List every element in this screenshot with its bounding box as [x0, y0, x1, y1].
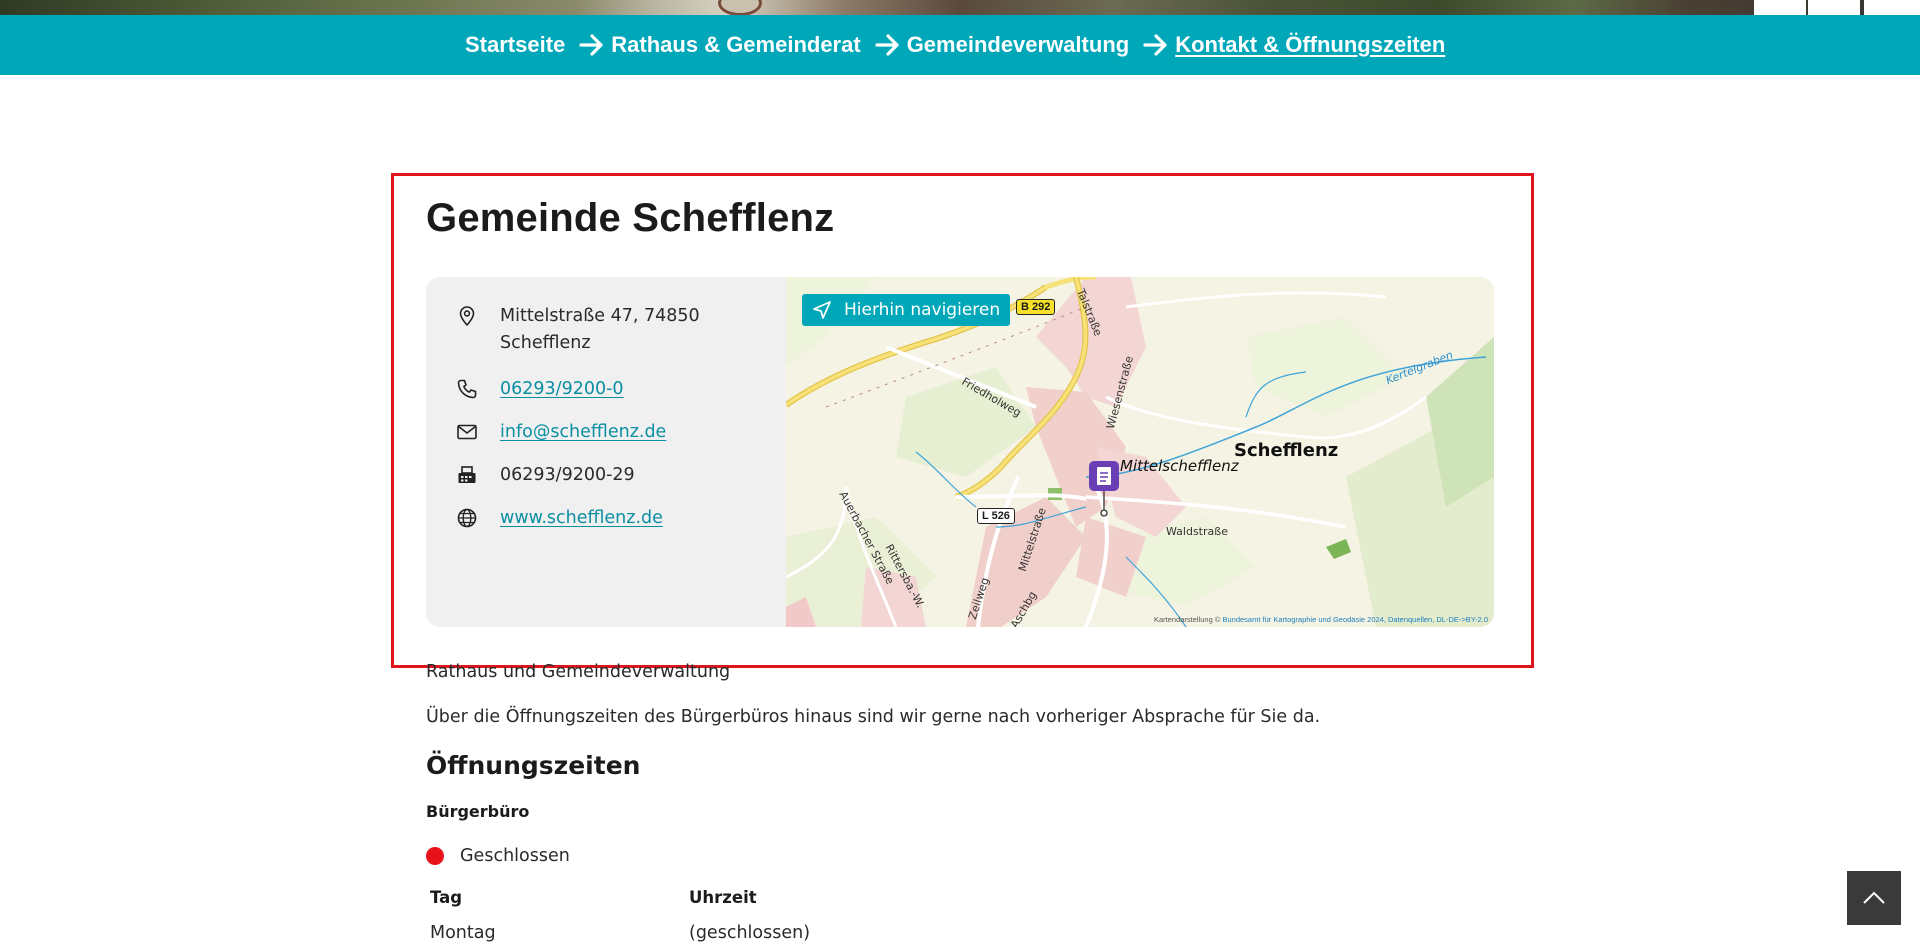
contact-card: Mittelstraße 47, 74850 Schefflenz 06293/9… — [426, 277, 1494, 627]
chevron-up-icon — [1863, 891, 1885, 904]
arrow-right-icon — [1143, 34, 1169, 56]
office-heading: Bürgerbüro — [426, 802, 530, 821]
email-row: info@schefflenz.de — [456, 419, 666, 446]
breadcrumb-item-rathaus[interactable]: Rathaus & Gemeinderat — [611, 32, 860, 58]
globe-icon — [456, 507, 478, 529]
email-link[interactable]: info@schefflenz.de — [500, 419, 666, 446]
breadcrumb: Startseite Rathaus & Gemeinderat Gemeind… — [465, 15, 1445, 75]
fax-row: 06293/9200-29 — [456, 462, 635, 489]
map-credit-link[interactable]: Bundesamt für Kartographie und Geodäsie … — [1222, 615, 1488, 624]
fax-text: 06293/9200-29 — [500, 465, 635, 485]
address-line-1: Mittelstraße 47, 74850 — [500, 306, 700, 326]
hero-tile — [1864, 0, 1920, 15]
address-line-2: Schefflenz — [500, 333, 591, 353]
navigate-here-label: Hierhin navigieren — [844, 300, 1001, 320]
phone-icon — [456, 378, 478, 400]
fax-icon — [456, 464, 478, 486]
arrow-right-icon — [875, 34, 901, 56]
website-row: www.schefflenz.de — [456, 505, 663, 532]
contact-details: Mittelstraße 47, 74850 Schefflenz 06293/9… — [426, 277, 786, 627]
intro-text: Über die Öffnungszeiten des Bürgerbüros … — [426, 707, 1321, 727]
map-place-label: Schefflenz — [1234, 440, 1339, 461]
address-text: Mittelstraße 47, 74850 Schefflenz — [500, 303, 700, 357]
map-credit-prefix: Kartendarstellung © — [1153, 615, 1221, 624]
table-cell-time: (geschlossen) — [689, 923, 811, 943]
breadcrumb-item-current[interactable]: Kontakt & Öffnungszeiten — [1175, 32, 1445, 58]
status-dot-icon — [426, 847, 444, 865]
page-title: Gemeinde Schefflenz — [426, 196, 835, 240]
hero-church-window — [718, 0, 762, 15]
breadcrumb-bar: Startseite Rathaus & Gemeinderat Gemeind… — [0, 15, 1920, 75]
hero-tile — [1754, 0, 1806, 15]
table-cell-day: Montag — [430, 923, 496, 943]
address-row: Mittelstraße 47, 74850 Schefflenz — [456, 303, 700, 357]
office-subtitle: Rathaus und Gemeindeverwaltung — [426, 662, 731, 682]
scroll-to-top-button[interactable] — [1847, 871, 1901, 925]
status-indicator: Geschlossen — [426, 846, 570, 866]
map-credit: Kartendarstellung © Bundesamt für Kartog… — [1154, 615, 1488, 624]
hero-image-strip — [0, 0, 1920, 15]
phone-row: 06293/9200-0 — [456, 376, 624, 403]
table-header-day: Tag — [430, 888, 463, 907]
website-link[interactable]: www.schefflenz.de — [500, 505, 663, 532]
navigate-here-button[interactable]: Hierhin navigieren — [802, 294, 1011, 326]
table-header-time: Uhrzeit — [689, 888, 757, 907]
status-label: Geschlossen — [460, 846, 570, 866]
breadcrumb-item-home[interactable]: Startseite — [465, 32, 565, 58]
breadcrumb-item-verwaltung[interactable]: Gemeindeverwaltung — [907, 32, 1130, 58]
mail-icon — [456, 421, 478, 443]
phone-link[interactable]: 06293/9200-0 — [500, 376, 624, 403]
arrow-right-icon — [579, 34, 605, 56]
map-label-waldstrasse: Waldstraße — [1166, 525, 1228, 538]
map-marker-label: Mittelschefflenz — [1120, 457, 1239, 475]
road-shield-l526: L 526 — [977, 508, 1015, 524]
location-pin-icon — [456, 305, 478, 327]
road-shield-b292: B 292 — [1016, 299, 1056, 315]
hero-tile — [1808, 0, 1860, 15]
location-map[interactable]: Hierhin navigieren B 292 L 526 Schefflen… — [786, 277, 1494, 627]
hours-heading: Öffnungszeiten — [426, 751, 641, 780]
navigation-arrow-icon — [813, 301, 831, 319]
